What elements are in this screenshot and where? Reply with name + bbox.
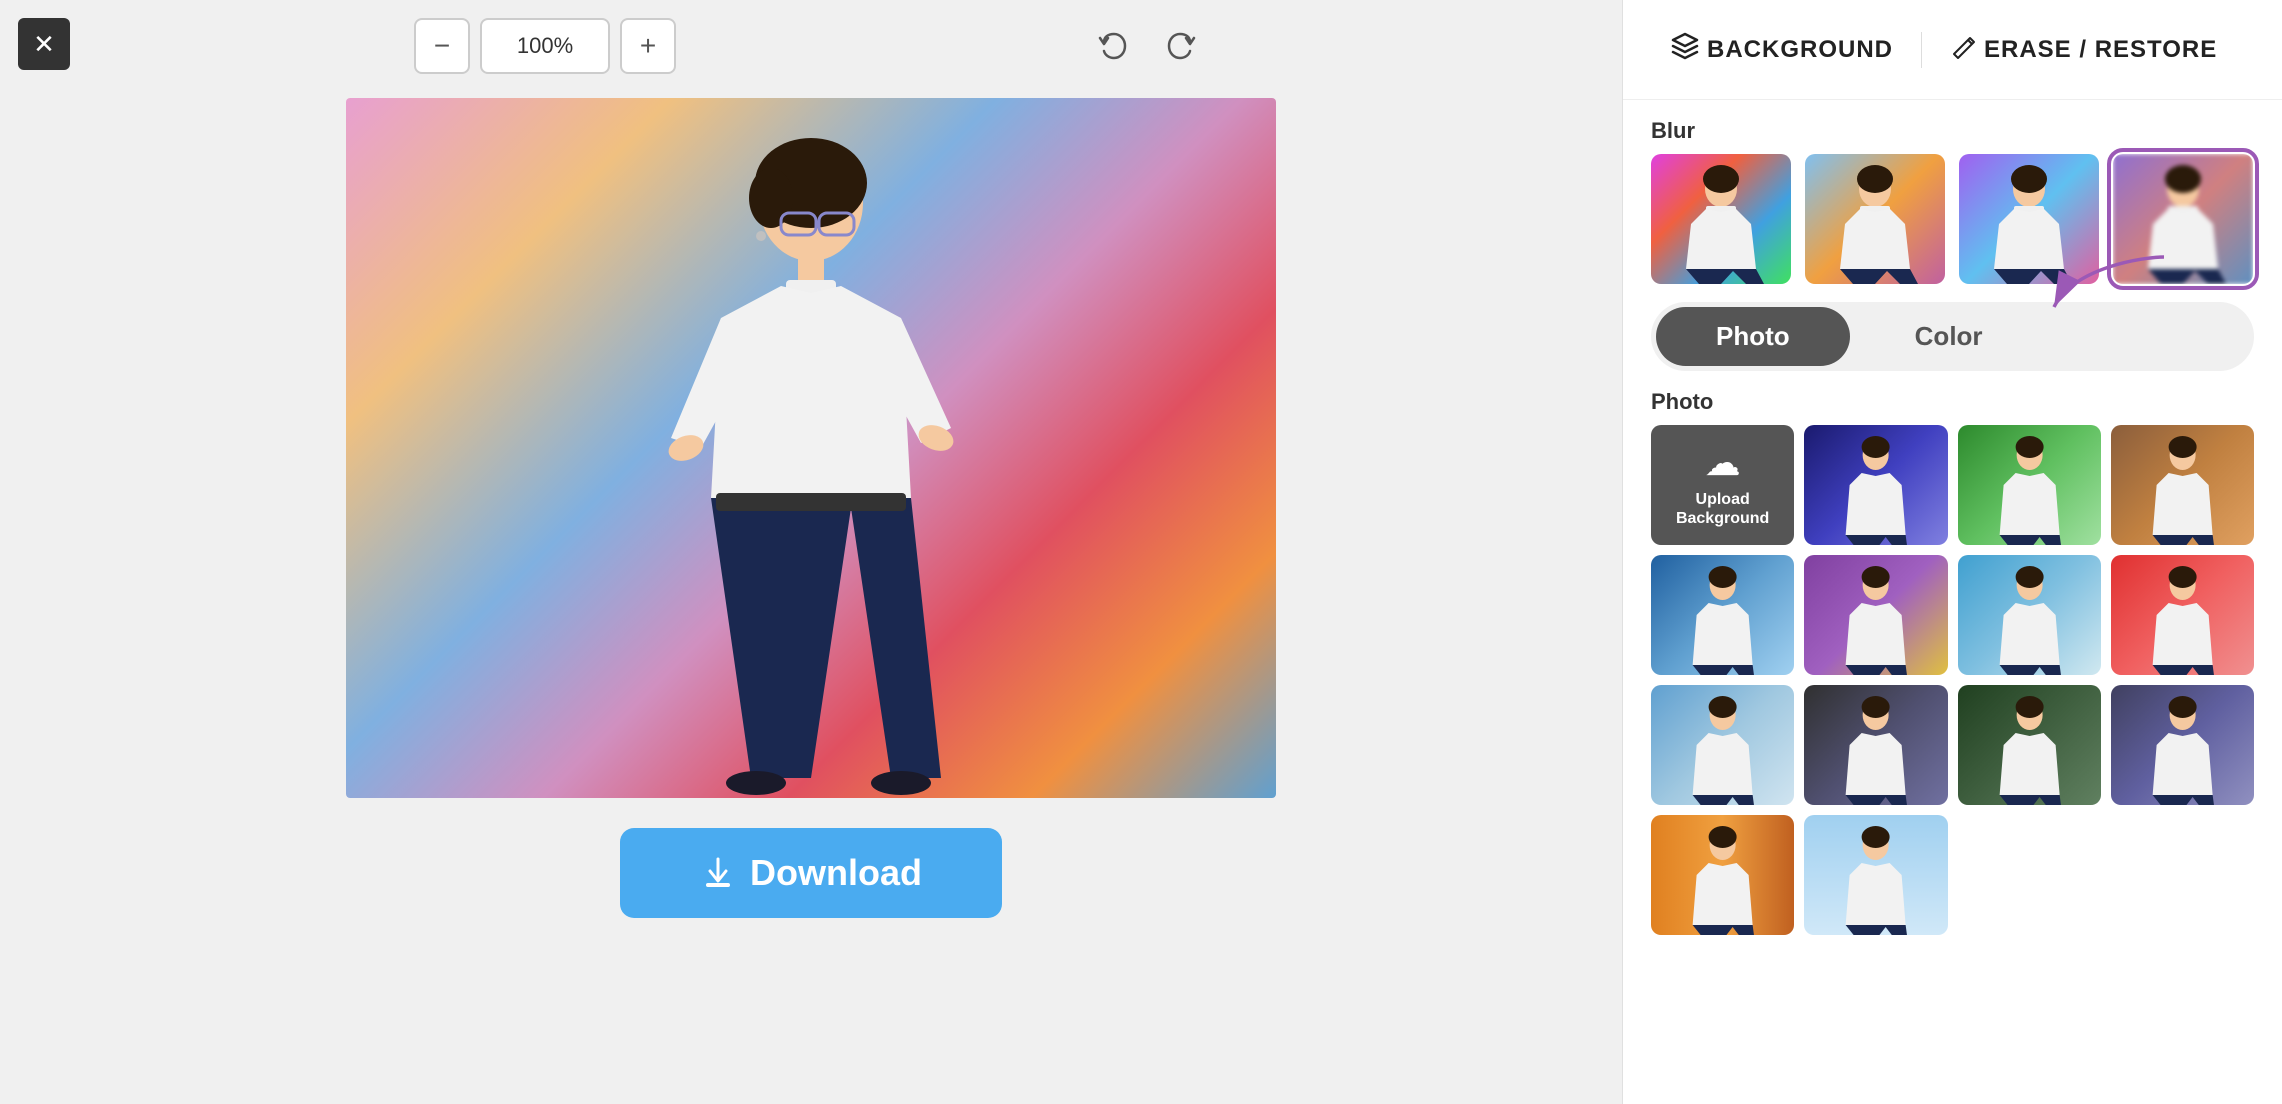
redo-icon (1164, 30, 1196, 62)
photo-thumb-light-sky[interactable] (1804, 815, 1947, 935)
photo-thumb-wood[interactable] (2111, 425, 2254, 545)
photo-thumb-modern[interactable] (2111, 685, 2254, 805)
upload-cloud-icon: ☁ (1705, 442, 1741, 484)
redo-button[interactable] (1152, 18, 1208, 74)
left-panel: ✕ − 100% + (0, 0, 1622, 1104)
photo-person-mini (1958, 685, 2101, 805)
blur-person-mini-1 (1651, 154, 1791, 284)
photo-person-mini (1958, 555, 2101, 675)
blur-thumb-1[interactable] (1651, 154, 1791, 284)
photo-person-mini (2111, 555, 2254, 675)
photo-thumb-stripe[interactable] (1651, 815, 1794, 935)
photo-toggle-label: Photo (1716, 321, 1790, 351)
zoom-in-icon: + (640, 30, 656, 62)
zoom-value: 100% (517, 33, 573, 59)
photo-person-mini (1958, 425, 2101, 545)
photo-person-mini (1804, 555, 1947, 675)
color-toggle-label: Color (1915, 321, 1983, 351)
photo-person-mini (2111, 425, 2254, 545)
photo-thumb-forest[interactable] (1958, 685, 2101, 805)
blur-thumb-2[interactable] (1805, 154, 1945, 284)
photo-person-mini (1651, 815, 1794, 935)
erase-restore-tab-label: ERASE / RESTORE (1984, 36, 2217, 64)
layers-icon (1669, 30, 1701, 69)
background-tab-label: BACKGROUND (1707, 36, 1893, 64)
photo-person-mini (2111, 685, 2254, 805)
photo-grid: ☁ Upload Background (1623, 425, 2282, 953)
download-icon (700, 855, 736, 891)
photo-person-mini (1804, 815, 1947, 935)
tab-erase-restore[interactable]: ERASE / RESTORE (1932, 24, 2235, 75)
zoom-display: 100% (480, 18, 610, 74)
photo-person-mini (1651, 555, 1794, 675)
undo-redo-group (1086, 18, 1208, 74)
zoom-out-icon: − (434, 30, 450, 62)
blur-person-mini-2 (1805, 154, 1945, 284)
photo-person-mini (1804, 685, 1947, 805)
upload-label: Upload Background (1651, 490, 1794, 528)
photo-toggle-button[interactable]: Photo (1656, 307, 1850, 366)
upload-background-button[interactable]: ☁ Upload Background (1651, 425, 1794, 545)
close-button[interactable]: ✕ (18, 18, 70, 70)
photo-thumb-yellow-balls[interactable] (1804, 555, 1947, 675)
photo-thumb-dark-city[interactable] (1804, 685, 1947, 805)
photo-thumb-lake[interactable] (1651, 555, 1794, 675)
person-figure (601, 118, 1021, 798)
photo-thumb-bokeh[interactable] (2111, 555, 2254, 675)
close-icon: ✕ (33, 29, 55, 60)
photo-thumb-bridge[interactable] (1651, 685, 1794, 805)
photo-thumb-sky[interactable] (1958, 555, 2101, 675)
undo-button[interactable] (1086, 18, 1142, 74)
zoom-in-button[interactable]: + (620, 18, 676, 74)
toggle-section: Photo Color (1651, 302, 2254, 371)
blur-thumb-2-image (1805, 154, 1945, 284)
pen-icon (1950, 32, 1978, 67)
zoom-out-button[interactable]: − (414, 18, 470, 74)
tab-divider (1921, 32, 1922, 68)
tab-background[interactable]: BACKGROUND (1651, 22, 1911, 77)
arrow-pointer (2014, 247, 2194, 317)
canvas-area (346, 98, 1276, 798)
photo-person-mini (1651, 685, 1794, 805)
undo-icon (1098, 30, 1130, 62)
right-panel: BACKGROUND ERASE / RESTORE Blur (1622, 0, 2282, 1104)
photo-thumb-blue-city[interactable] (1804, 425, 1947, 545)
toolbar: − 100% + (20, 0, 1602, 88)
download-label: Download (750, 852, 922, 894)
photo-person-mini (1804, 425, 1947, 545)
main-image (346, 98, 1276, 798)
download-button[interactable]: Download (620, 828, 1002, 918)
photo-section-label: Photo (1623, 381, 2282, 425)
blur-section-label: Blur (1623, 100, 2282, 154)
right-header: BACKGROUND ERASE / RESTORE (1623, 0, 2282, 100)
photo-thumb-green-nature[interactable] (1958, 425, 2101, 545)
blur-thumb-1-image (1651, 154, 1791, 284)
